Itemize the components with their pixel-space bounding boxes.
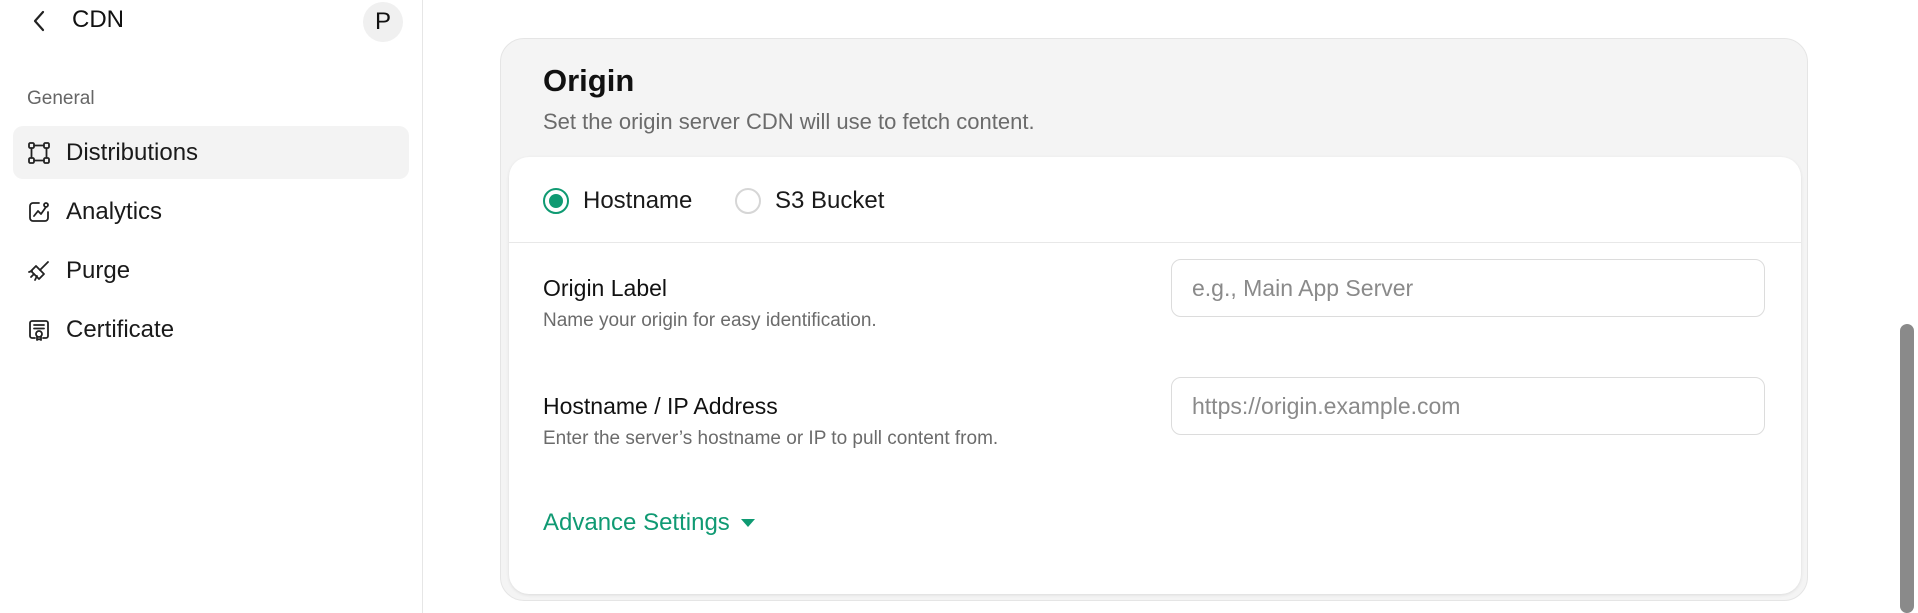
sidebar-item-label: Purge xyxy=(66,256,131,284)
origin-subtitle: Set the origin server CDN will use to fe… xyxy=(543,109,1035,134)
app-root: CDN P General Distributions Analytics Pu… xyxy=(0,0,1918,613)
sidebar-item-distributions[interactable]: Distributions xyxy=(13,126,409,179)
app-title: CDN xyxy=(72,6,124,33)
sidebar-item-label: Distributions xyxy=(66,138,199,166)
radio-hostname[interactable]: Hostname xyxy=(543,187,692,215)
radio-selected-icon xyxy=(543,188,569,214)
chevron-left-icon xyxy=(33,10,45,32)
purge-icon xyxy=(26,258,52,284)
hostname-field: Hostname / IP Address Enter the server’s… xyxy=(543,377,1783,450)
distributions-icon xyxy=(26,140,52,166)
origin-card: Origin Set the origin server CDN will us… xyxy=(500,38,1808,601)
sidebar-item-certificate[interactable]: Certificate xyxy=(13,303,409,356)
origin-title: Origin xyxy=(543,63,635,98)
section-label-general: General xyxy=(27,88,95,109)
radio-label: Hostname xyxy=(583,187,693,214)
origin-form-panel: Hostname S3 Bucket Origin Label Name you… xyxy=(509,157,1801,594)
analytics-icon xyxy=(26,199,52,225)
advance-settings-toggle[interactable]: Advance Settings xyxy=(543,509,756,537)
origin-type-radio-group: Hostname S3 Bucket xyxy=(509,157,1801,243)
caret-down-icon xyxy=(740,519,755,527)
sidebar-nav: Distributions Analytics Purge Certificat… xyxy=(13,126,409,362)
sidebar: CDN P General Distributions Analytics Pu… xyxy=(0,0,423,613)
advance-settings-label: Advance Settings xyxy=(543,509,730,536)
origin-label-input[interactable] xyxy=(1171,259,1765,317)
back-button[interactable] xyxy=(26,8,52,34)
origin-label-field: Origin Label Name your origin for easy i… xyxy=(543,259,1783,332)
radio-label: S3 Bucket xyxy=(775,187,885,214)
sidebar-item-label: Analytics xyxy=(66,197,163,225)
certificate-icon xyxy=(26,317,52,343)
sidebar-header: CDN P xyxy=(0,0,423,44)
hostname-input[interactable] xyxy=(1171,377,1765,435)
radio-unselected-icon xyxy=(735,188,761,214)
scrollbar-thumb[interactable] xyxy=(1900,324,1914,613)
sidebar-item-label: Certificate xyxy=(66,315,175,343)
radio-s3-bucket[interactable]: S3 Bucket xyxy=(735,187,884,215)
sidebar-item-purge[interactable]: Purge xyxy=(13,244,409,297)
sidebar-item-analytics[interactable]: Analytics xyxy=(13,185,409,238)
avatar[interactable]: P xyxy=(363,2,403,42)
